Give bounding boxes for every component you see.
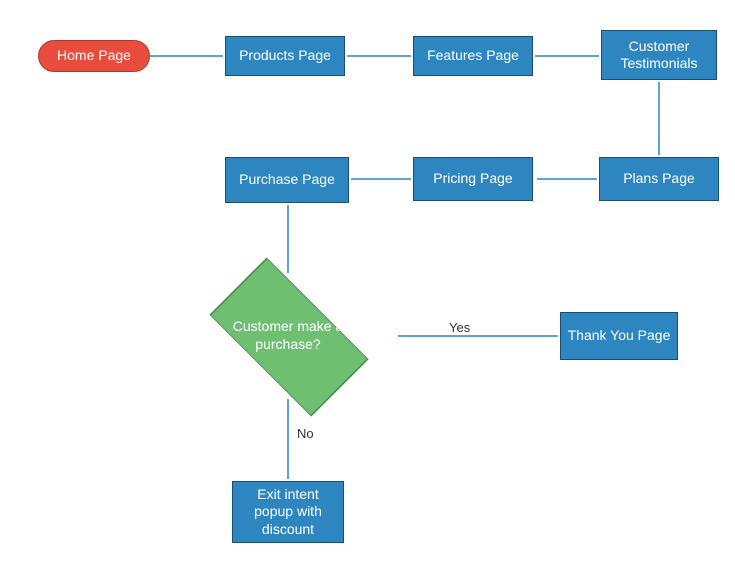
- node-label: Features Page: [427, 47, 519, 65]
- node-thank-you-page: Thank You Page: [560, 312, 678, 360]
- node-products-page: Products Page: [225, 36, 345, 76]
- node-label: Home Page: [57, 47, 131, 65]
- node-home-page: Home Page: [38, 40, 150, 72]
- node-label: Products Page: [239, 47, 331, 65]
- node-label: Customer Testimonials: [608, 38, 710, 73]
- node-decision: Customer make a purchase?: [212, 260, 364, 412]
- node-features-page: Features Page: [413, 36, 533, 76]
- node-label: Pricing Page: [433, 170, 512, 188]
- node-pricing-page: Pricing Page: [413, 157, 533, 201]
- node-label: Customer make a purchase?: [233, 318, 343, 352]
- edges-layer: [0, 0, 735, 563]
- node-plans-page: Plans Page: [599, 157, 719, 201]
- flowchart-canvas: Home Page Products Page Features Page Cu…: [0, 0, 735, 563]
- node-label: Purchase Page: [239, 171, 335, 189]
- node-label: Plans Page: [623, 170, 695, 188]
- node-customer-testimonials: Customer Testimonials: [601, 30, 717, 80]
- node-exit-intent-popup: Exit intent popup with discount: [232, 481, 344, 543]
- node-label: Exit intent popup with discount: [239, 486, 337, 539]
- node-purchase-page: Purchase Page: [225, 157, 349, 203]
- edge-label-yes: Yes: [449, 320, 470, 335]
- node-label: Thank You Page: [568, 327, 671, 345]
- edge-label-no: No: [297, 426, 314, 441]
